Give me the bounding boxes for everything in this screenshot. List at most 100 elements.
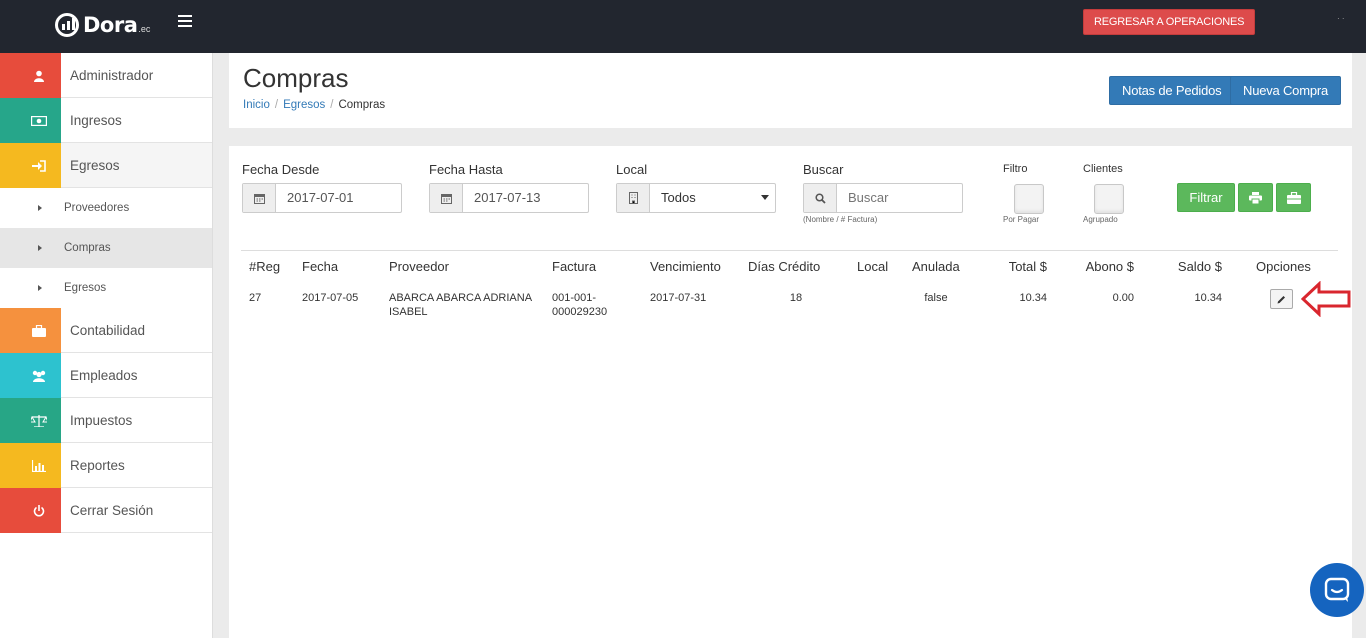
nueva-compra-button[interactable]: Nueva Compra bbox=[1230, 76, 1342, 105]
col-header-proveedor[interactable]: Proveedor bbox=[389, 259, 449, 274]
print-button[interactable] bbox=[1238, 183, 1273, 212]
sidebar-item-empleados[interactable]: Empleados bbox=[0, 353, 212, 398]
sidebar-item-contabilidad[interactable]: Contabilidad bbox=[0, 308, 212, 353]
sidebar-item-reportes[interactable]: Reportes bbox=[0, 443, 212, 488]
col-header-saldo[interactable]: Saldo $ bbox=[1159, 259, 1222, 274]
fecha-hasta-label: Fecha Hasta bbox=[429, 162, 503, 177]
cell-reg: 27 bbox=[249, 292, 262, 304]
local-select[interactable]: Todos bbox=[616, 183, 776, 213]
page-header: Compras Inicio / Egresos / Compras Notas… bbox=[229, 53, 1352, 128]
buscar-label: Buscar bbox=[803, 162, 844, 177]
sidebar-item-impuestos[interactable]: Impuestos bbox=[0, 398, 212, 443]
col-header-vencimiento[interactable]: Vencimiento bbox=[650, 259, 721, 274]
col-header-total[interactable]: Total $ bbox=[989, 259, 1047, 274]
power-icon bbox=[16, 488, 61, 533]
col-header-reg[interactable]: #Reg bbox=[249, 259, 280, 274]
regresar-operaciones-button[interactable]: REGRESAR A OPERACIONES bbox=[1083, 9, 1256, 35]
fecha-desde-field[interactable]: 2017-07-01 bbox=[242, 183, 402, 213]
clientes-hint: Agrupado bbox=[1083, 215, 1118, 224]
sidebar-subitem-label: Compras bbox=[64, 242, 111, 254]
compras-panel: Fecha Desde 2017-07-01 Fecha Hasta 2017-… bbox=[229, 146, 1352, 638]
cell-abono: 0.00 bbox=[1112, 292, 1134, 304]
notas-de-pedidos-button[interactable]: Notas de Pedidos bbox=[1109, 76, 1235, 105]
breadcrumb-egresos[interactable]: Egresos bbox=[283, 99, 325, 111]
menu-toggle-icon[interactable] bbox=[178, 15, 192, 30]
cell-vencimiento: 2017-07-31 bbox=[650, 292, 707, 304]
col-header-abono[interactable]: Abono $ bbox=[1074, 259, 1134, 274]
buscar-input[interactable] bbox=[837, 184, 962, 212]
app-logo[interactable]: Dora .ec bbox=[55, 13, 150, 37]
col-header-opciones: Opciones bbox=[1256, 259, 1311, 274]
filtrar-button[interactable]: Filtrar bbox=[1177, 183, 1235, 212]
buscar-hint: (Nombre / # Factura) bbox=[803, 215, 878, 224]
logo-suffix: .ec bbox=[138, 24, 151, 34]
sidebar-item-label: Administrador bbox=[70, 67, 154, 83]
fecha-hasta-value[interactable]: 2017-07-13 bbox=[463, 184, 588, 212]
sidebar-subitem-egresos[interactable]: Egresos bbox=[0, 268, 212, 308]
logo-chart-icon bbox=[55, 13, 79, 37]
sidebar-item-label: Cerrar Sesión bbox=[70, 502, 154, 518]
sidebar-item-administrador[interactable]: Administrador bbox=[0, 53, 212, 98]
clientes-agrupado-toggle[interactable] bbox=[1094, 184, 1124, 214]
sidebar-item-ingresos[interactable]: Ingresos bbox=[0, 98, 212, 143]
sign-in-icon bbox=[16, 143, 61, 188]
caret-right-icon bbox=[38, 245, 42, 251]
user-menu-icon[interactable]: · · bbox=[1337, 14, 1345, 23]
page-title: Compras bbox=[243, 63, 349, 93]
filtro-hint: Por Pagar bbox=[1003, 215, 1040, 224]
sidebar: Administrador Ingresos Egresos Proveedor… bbox=[0, 53, 213, 638]
search-icon bbox=[804, 184, 837, 212]
sidebar-item-label: Reportes bbox=[70, 457, 125, 473]
fecha-hasta-field[interactable]: 2017-07-13 bbox=[429, 183, 589, 213]
money-icon bbox=[16, 98, 61, 143]
col-header-factura[interactable]: Factura bbox=[552, 259, 596, 274]
sidebar-item-label: Impuestos bbox=[70, 412, 133, 428]
pencil-icon bbox=[1277, 295, 1285, 303]
col-header-anulada[interactable]: Anulada bbox=[912, 259, 960, 274]
export-button[interactable] bbox=[1276, 183, 1311, 212]
building-icon bbox=[617, 184, 650, 212]
cell-factura: 001-001- 000029230 bbox=[552, 292, 608, 318]
cell-anulada: false bbox=[924, 292, 948, 304]
sidebar-item-label: Contabilidad bbox=[70, 322, 146, 338]
cell-fecha: 2017-07-05 bbox=[302, 292, 359, 304]
sidebar-item-cerrar-sesion[interactable]: Cerrar Sesión bbox=[0, 488, 212, 533]
cell-proveedor: ABARCA ABARCA ADRIANA ISABEL bbox=[389, 292, 533, 318]
chat-support-button[interactable] bbox=[1310, 563, 1364, 617]
sidebar-subitem-proveedores[interactable]: Proveedores bbox=[0, 188, 212, 228]
bar-chart-icon bbox=[16, 443, 61, 488]
sidebar-item-label: Ingresos bbox=[70, 112, 122, 128]
col-header-local[interactable]: Local bbox=[857, 259, 888, 274]
balance-scale-icon bbox=[16, 398, 61, 443]
cell-saldo: 10.34 bbox=[1194, 292, 1222, 304]
sidebar-item-label: Empleados bbox=[70, 367, 138, 383]
cell-dias-credito: 18 bbox=[789, 292, 803, 304]
filtro-label: Filtro bbox=[1003, 163, 1028, 175]
caret-right-icon bbox=[38, 205, 42, 211]
annotation-arrow-icon bbox=[1301, 281, 1351, 317]
sidebar-subitem-label: Proveedores bbox=[64, 202, 130, 214]
briefcase-icon bbox=[16, 308, 61, 353]
local-select-value[interactable]: Todos bbox=[650, 184, 775, 212]
sidebar-item-label: Egresos bbox=[70, 157, 120, 173]
fecha-desde-label: Fecha Desde bbox=[242, 162, 320, 177]
col-header-fecha[interactable]: Fecha bbox=[302, 259, 338, 274]
print-icon bbox=[1249, 191, 1262, 204]
briefcase-icon bbox=[1286, 191, 1301, 204]
breadcrumb-current: Compras bbox=[338, 99, 386, 111]
edit-row-button[interactable] bbox=[1270, 289, 1293, 309]
calendar-icon bbox=[430, 184, 463, 212]
fecha-desde-value[interactable]: 2017-07-01 bbox=[276, 184, 401, 212]
sidebar-subitem-label: Egresos bbox=[64, 282, 107, 294]
sidebar-item-egresos[interactable]: Egresos bbox=[0, 143, 212, 188]
table-divider bbox=[241, 250, 1338, 251]
local-label: Local bbox=[616, 162, 648, 177]
breadcrumb-inicio[interactable]: Inicio bbox=[243, 99, 270, 111]
buscar-field[interactable] bbox=[803, 183, 963, 213]
caret-right-icon bbox=[38, 285, 42, 291]
filtro-por-pagar-toggle[interactable] bbox=[1014, 184, 1044, 214]
users-icon bbox=[16, 353, 61, 398]
logo-text: Dora bbox=[83, 13, 138, 37]
sidebar-subitem-compras[interactable]: Compras bbox=[0, 228, 212, 268]
col-header-dias-credito[interactable]: Días Crédito bbox=[748, 259, 820, 274]
